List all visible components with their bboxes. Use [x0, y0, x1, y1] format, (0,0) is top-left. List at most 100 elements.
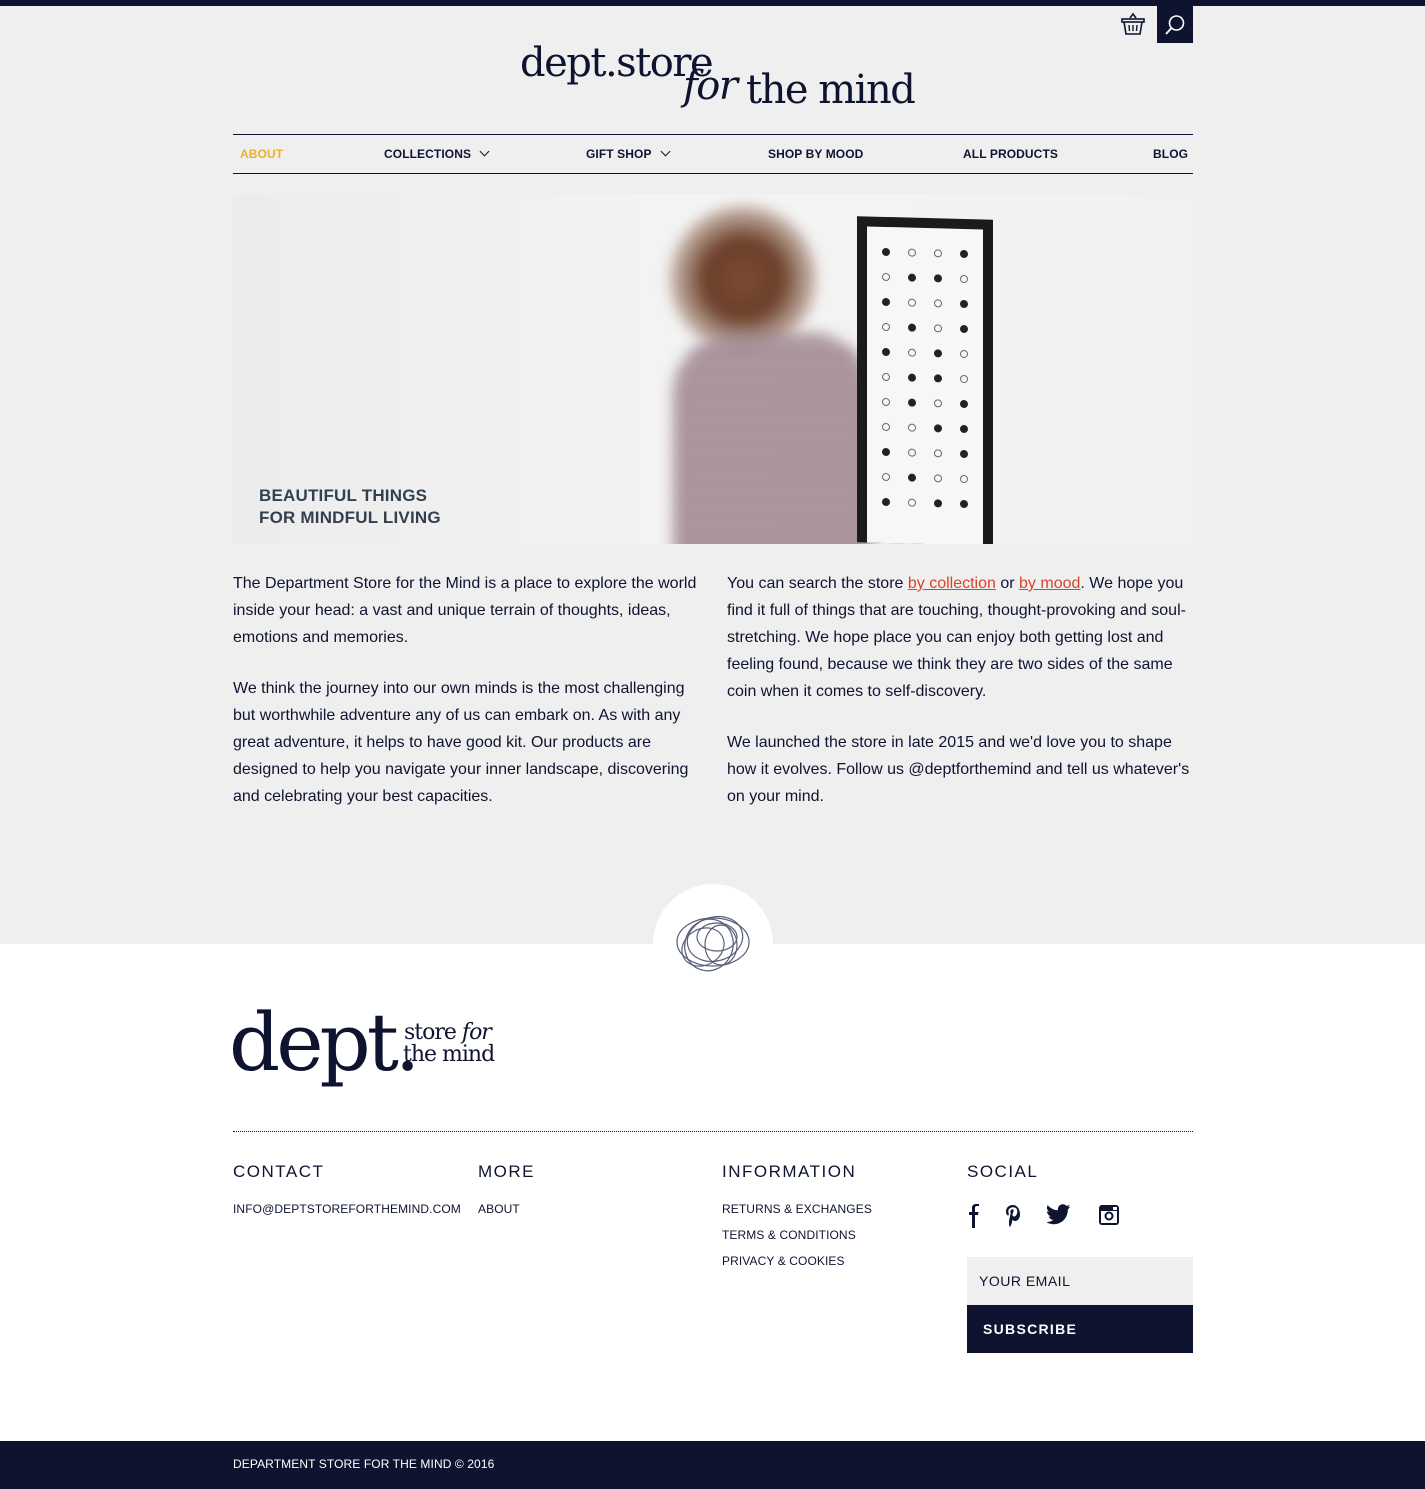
footer-contact: CONTACT INFO@DEPTSTOREFORTHEMIND.COM — [233, 1162, 463, 1222]
hero-caption: BEAUTIFUL THINGS FOR MINDFUL LIVING — [259, 485, 441, 529]
poster-glyph — [882, 272, 890, 281]
poster-glyph — [960, 299, 968, 308]
poster-glyph — [908, 323, 916, 332]
poster-glyph — [934, 498, 942, 507]
scribble-icon — [676, 915, 750, 972]
twitter-icon[interactable] — [1047, 1204, 1071, 1226]
search-icon — [1165, 14, 1185, 35]
by-mood-link[interactable]: by mood — [1019, 575, 1080, 592]
footer-heading: SOCIAL — [967, 1162, 1039, 1181]
text: . We hope you find it full of things tha… — [727, 575, 1186, 700]
poster-glyph — [934, 398, 942, 407]
footer-badge — [653, 884, 773, 1004]
hero-person-body — [673, 334, 873, 544]
contact-email-link[interactable]: INFO@DEPTSTOREFORTHEMIND.COM — [233, 1196, 463, 1222]
basket-icon — [1121, 12, 1145, 35]
poster-glyph — [882, 247, 890, 256]
poster-glyph — [960, 449, 968, 458]
poster-glyph — [960, 374, 968, 383]
nav-item-all-products[interactable]: ALL PRODUCTS — [963, 135, 1058, 173]
footer-heading: INFORMATION — [722, 1162, 857, 1181]
nav-item-gift-shop[interactable]: GIFT SHOP — [586, 135, 671, 173]
newsletter-email-input[interactable] — [967, 1257, 1193, 1305]
poster-glyph — [934, 298, 942, 307]
poster-glyph — [908, 373, 916, 382]
poster-glyph — [882, 422, 890, 431]
footer-heading: CONTACT — [233, 1162, 325, 1181]
footer-link-terms[interactable]: TERMS & CONDITIONS — [722, 1222, 952, 1248]
poster-glyph — [960, 399, 968, 408]
poster-glyph — [934, 448, 942, 457]
nav-item-collections[interactable]: COLLECTIONS — [384, 135, 490, 173]
poster-glyph — [934, 348, 942, 357]
site-logo[interactable]: dept.store for the mind — [520, 40, 916, 115]
footer-bottom-bar — [0, 1441, 1425, 1489]
cart-button[interactable] — [1120, 12, 1146, 38]
poster-glyph — [908, 273, 916, 282]
text: or — [995, 575, 1020, 592]
about-paragraph: We think the journey into our own minds … — [233, 680, 689, 805]
poster-glyph — [908, 248, 916, 257]
poster-glyph — [882, 447, 890, 456]
chevron-down-icon — [660, 146, 671, 157]
poster-glyph — [882, 472, 890, 481]
about-right-column: You can search the store by collection o… — [727, 570, 1192, 834]
copyright-text: DEPARTMENT STORE FOR THE MIND © 2016 — [233, 1457, 495, 1471]
poster-glyph — [960, 499, 968, 508]
about-paragraph-search: You can search the store by collection o… — [727, 570, 1192, 705]
poster-glyph — [960, 324, 968, 333]
nav-label: COLLECTIONS — [384, 147, 472, 161]
footer-information: INFORMATION RETURNS & EXCHANGES TERMS & … — [722, 1162, 952, 1274]
poster-glyph — [882, 497, 890, 506]
poster-glyph — [882, 347, 890, 356]
poster-glyph — [960, 249, 968, 258]
footer-more: MORE ABOUT — [478, 1162, 708, 1222]
poster-glyph — [882, 297, 890, 306]
poster-glyph — [908, 398, 916, 407]
nav-item-blog[interactable]: BLOG — [1153, 135, 1188, 173]
footer-logo-dept: dept. — [229, 996, 420, 1089]
nav-item-about[interactable]: ABOUT — [240, 135, 283, 173]
hero-framed-poster — [857, 216, 993, 544]
poster-glyph — [908, 423, 916, 432]
nav-label: GIFT SHOP — [586, 147, 652, 161]
hero-caption-line2: FOR MINDFUL LIVING — [259, 508, 441, 527]
about-left-column: The Department Store for the Mind is a p… — [233, 570, 698, 834]
about-paragraph: The Department Store for the Mind is a p… — [233, 575, 697, 646]
poster-glyph — [908, 448, 916, 457]
footer-link-returns[interactable]: RETURNS & EXCHANGES — [722, 1196, 952, 1222]
poster-glyph — [882, 322, 890, 331]
by-collection-link[interactable]: by collection — [908, 575, 996, 592]
footer-logo-the-mind: the mind — [403, 1042, 495, 1067]
subscribe-button[interactable]: SUBSCRIBE — [967, 1305, 1193, 1353]
chevron-down-icon — [479, 146, 490, 157]
footer-logo[interactable]: dept. store for the mind — [229, 996, 503, 1096]
text: You can search the store — [727, 575, 908, 592]
poster-glyph — [934, 423, 942, 432]
search-button[interactable] — [1157, 6, 1193, 43]
footer-heading: MORE — [478, 1162, 535, 1181]
footer — [0, 944, 1425, 1441]
footer-social: SOCIAL — [967, 1162, 1197, 1196]
instagram-icon[interactable] — [1099, 1204, 1119, 1226]
poster-glyph — [908, 498, 916, 507]
nav-item-shop-by-mood[interactable]: SHOP BY MOOD — [768, 135, 863, 173]
about-paragraph: We launched the store in late 2015 and w… — [727, 734, 1190, 805]
top-accent-bar — [0, 0, 1425, 6]
hero-person-head — [668, 204, 818, 354]
hero-image: BEAUTIFUL THINGS FOR MINDFUL LIVING — [233, 194, 1193, 544]
footer-link-privacy[interactable]: PRIVACY & COOKIES — [722, 1248, 952, 1274]
poster-glyph — [934, 323, 942, 332]
poster-glyph — [882, 397, 890, 406]
poster-grid — [867, 226, 983, 544]
pinterest-icon[interactable] — [1005, 1204, 1021, 1228]
poster-glyph — [934, 248, 942, 257]
footer-link-about[interactable]: ABOUT — [478, 1196, 708, 1222]
poster-glyph — [960, 424, 968, 433]
poster-glyph — [960, 349, 968, 358]
poster-glyph — [934, 473, 942, 482]
facebook-icon[interactable] — [967, 1204, 979, 1228]
poster-glyph — [934, 373, 942, 382]
poster-glyph — [960, 474, 968, 483]
hero-caption-line1: BEAUTIFUL THINGS — [259, 486, 428, 505]
